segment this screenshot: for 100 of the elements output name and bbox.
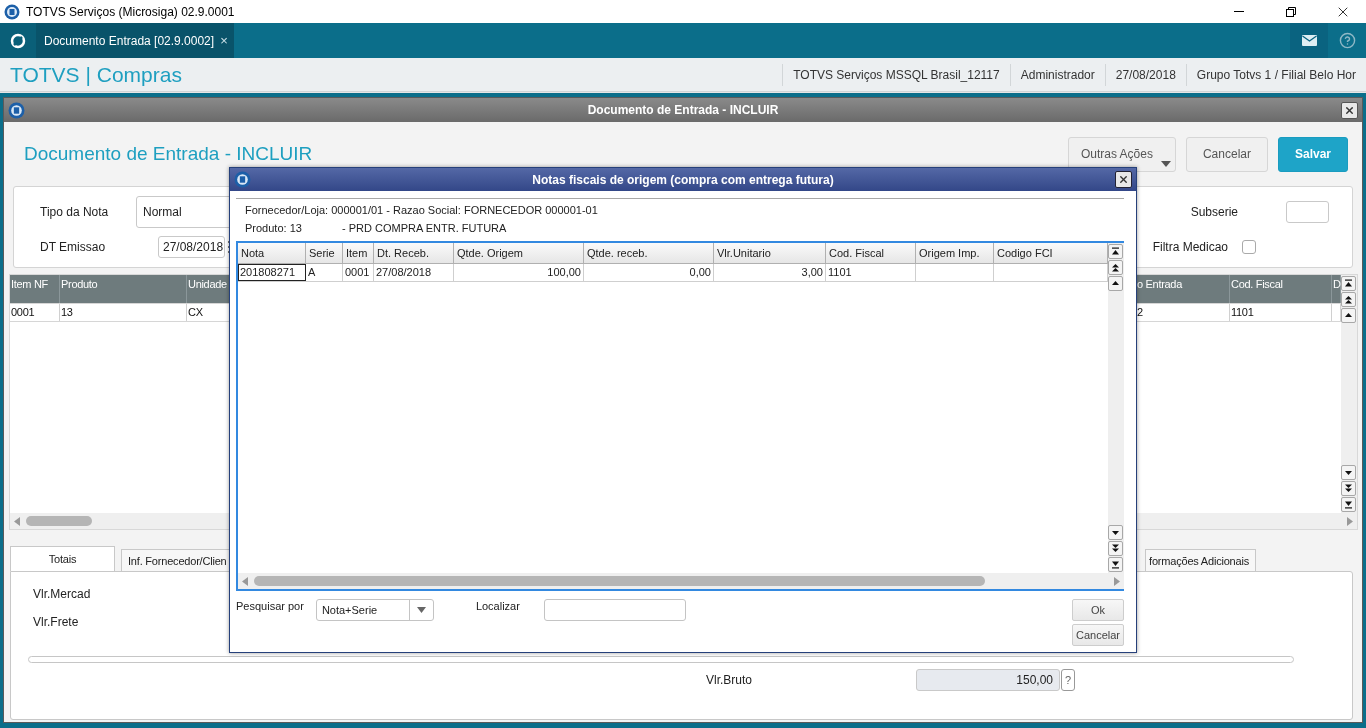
first-icon bbox=[1344, 279, 1353, 288]
logo-icon bbox=[8, 101, 25, 119]
up-triangle-icon bbox=[1111, 279, 1120, 288]
column-header[interactable]: Cod. Fiscal bbox=[826, 243, 916, 264]
window-close-button[interactable] bbox=[1341, 101, 1358, 119]
column-header[interactable]: Unidade bbox=[188, 278, 227, 290]
total-label: Vlr.Mercad bbox=[33, 587, 91, 603]
cancel-button[interactable]: Cancelar bbox=[1185, 136, 1268, 172]
date-field[interactable]: 27/08/2018 bbox=[158, 236, 225, 258]
column-header[interactable]: Item NF bbox=[11, 278, 48, 290]
search-label: Pesquisar por bbox=[236, 599, 304, 612]
home-button[interactable] bbox=[0, 23, 36, 58]
actions-menu-button[interactable]: Outras Ações bbox=[1067, 136, 1176, 172]
scroll-last-button[interactable] bbox=[1341, 497, 1356, 512]
total-label: Vlr.Bruto bbox=[706, 673, 754, 687]
scroll-down-button[interactable] bbox=[1108, 525, 1123, 540]
tab-label: Documento Entrada [02.9.0002] bbox=[44, 33, 215, 48]
scroll-first-button[interactable] bbox=[1341, 276, 1356, 291]
column-header[interactable]: Origem Imp. bbox=[916, 243, 994, 264]
logo-icon bbox=[10, 32, 26, 49]
field-label: Filtra Medicao bbox=[1152, 240, 1228, 254]
restore-icon bbox=[1286, 6, 1296, 17]
help-button[interactable]: ? bbox=[1061, 669, 1075, 691]
dialog-title: Notas fiscais de origem (compra com entrega futura) bbox=[531, 172, 835, 187]
table-cell: 0,00 bbox=[584, 264, 714, 281]
caret-icon bbox=[1160, 160, 1171, 167]
column-header[interactable]: o Entrada bbox=[1137, 278, 1182, 290]
page-down-button[interactable] bbox=[1341, 481, 1356, 496]
double-up-icon bbox=[1111, 263, 1120, 272]
subserie-field[interactable] bbox=[1286, 201, 1329, 223]
dropdown-icon bbox=[416, 607, 426, 613]
page-heading: Documento de Entrada - INCLUIR bbox=[24, 143, 314, 165]
double-down-icon bbox=[1111, 544, 1120, 553]
field-label: Tipo da Nota bbox=[40, 205, 110, 219]
document-tab[interactable]: Documento Entrada [02.9.0002] × bbox=[36, 23, 234, 58]
ok-button[interactable]: Ok bbox=[1072, 599, 1124, 621]
mail-button[interactable] bbox=[1290, 23, 1328, 58]
window-title: Documento de Entrada - INCLUIR bbox=[586, 103, 780, 117]
column-header[interactable]: Serie bbox=[306, 243, 343, 264]
column-header[interactable]: Produto bbox=[61, 278, 98, 290]
page-up-button[interactable] bbox=[1108, 260, 1123, 275]
double-down-icon bbox=[1344, 484, 1353, 493]
find-label: Localizar bbox=[475, 599, 520, 612]
table-cell: CX bbox=[188, 306, 203, 318]
header-info: Grupo Totvs 1 / Filial Belo Hor bbox=[1185, 63, 1366, 86]
header-info: 27/08/2018 bbox=[1104, 63, 1186, 86]
column-header[interactable]: Qtde. Origem bbox=[454, 243, 584, 264]
search-select[interactable]: Nota+Serie bbox=[315, 599, 434, 621]
page-down-button[interactable] bbox=[1108, 541, 1123, 556]
down-triangle-icon bbox=[1111, 528, 1120, 537]
close-icon bbox=[1118, 174, 1129, 185]
first-icon bbox=[1111, 247, 1120, 256]
table-cell: 13 bbox=[61, 306, 73, 318]
app-title: TOTVS Serviços (Microsiga) 02.9.0001 bbox=[26, 4, 236, 19]
dialog-close-button[interactable] bbox=[1115, 171, 1132, 188]
column-header[interactable]: Dt. Receb. bbox=[374, 243, 454, 264]
logo-icon bbox=[4, 3, 20, 20]
table-cell: 27/08/2018 bbox=[374, 264, 454, 281]
table-cell: 201808271 bbox=[238, 264, 306, 281]
up-triangle-icon bbox=[1344, 311, 1353, 320]
logo-icon bbox=[234, 171, 251, 188]
scroll-down-button[interactable] bbox=[1341, 465, 1356, 480]
column-header[interactable]: Nota bbox=[238, 243, 306, 264]
double-up-icon bbox=[1344, 295, 1353, 304]
table-cell: 0001 bbox=[343, 264, 374, 281]
page-up-button[interactable] bbox=[1341, 292, 1356, 307]
table-cell: A bbox=[306, 264, 343, 281]
find-field[interactable] bbox=[543, 599, 686, 621]
tab-close[interactable]: × bbox=[220, 33, 228, 48]
scroll-first-button[interactable] bbox=[1108, 244, 1123, 259]
scroll-last-button[interactable] bbox=[1108, 557, 1123, 572]
field-label: Subserie bbox=[1190, 205, 1238, 219]
close-icon bbox=[1344, 104, 1355, 116]
cancel-button[interactable]: Cancelar bbox=[1072, 624, 1124, 646]
header-info: TOTVS Serviços MSSQL Brasil_12117 bbox=[782, 63, 1010, 86]
section-tab[interactable]: Totais bbox=[10, 546, 115, 571]
down-triangle-icon bbox=[1344, 468, 1353, 477]
minimize-icon bbox=[1234, 11, 1244, 12]
table-cell: 0001 bbox=[11, 306, 35, 318]
section-tab[interactable]: formações Adicionais bbox=[1145, 549, 1256, 571]
column-header[interactable]: Qtde. receb. bbox=[584, 243, 714, 264]
last-icon bbox=[1344, 500, 1353, 509]
scroll-up-button[interactable] bbox=[1341, 308, 1356, 323]
filter-checkbox[interactable] bbox=[1242, 240, 1256, 254]
mail-icon bbox=[1301, 35, 1317, 46]
gross-value-field: 150,00 bbox=[916, 669, 1060, 691]
column-header[interactable]: Vlr.Unitario bbox=[714, 243, 826, 264]
scroll-up-button[interactable] bbox=[1108, 276, 1123, 291]
column-header[interactable]: Item bbox=[343, 243, 374, 264]
total-label: Vlr.Frete bbox=[33, 615, 79, 631]
column-header[interactable]: D bbox=[1333, 278, 1341, 290]
last-icon bbox=[1111, 560, 1120, 569]
column-header[interactable]: Cod. Fiscal bbox=[1231, 278, 1283, 290]
table-cell: 1101 bbox=[1231, 306, 1254, 318]
header-info: Administrador bbox=[1009, 63, 1105, 86]
column-header[interactable]: Codigo FCI bbox=[994, 243, 1108, 264]
table-cell: 3,00 bbox=[714, 264, 826, 281]
brand-title: TOTVS | Compras bbox=[10, 62, 183, 87]
field-label: DT Emissao bbox=[40, 240, 107, 254]
table-cell: 2 bbox=[1137, 306, 1143, 318]
